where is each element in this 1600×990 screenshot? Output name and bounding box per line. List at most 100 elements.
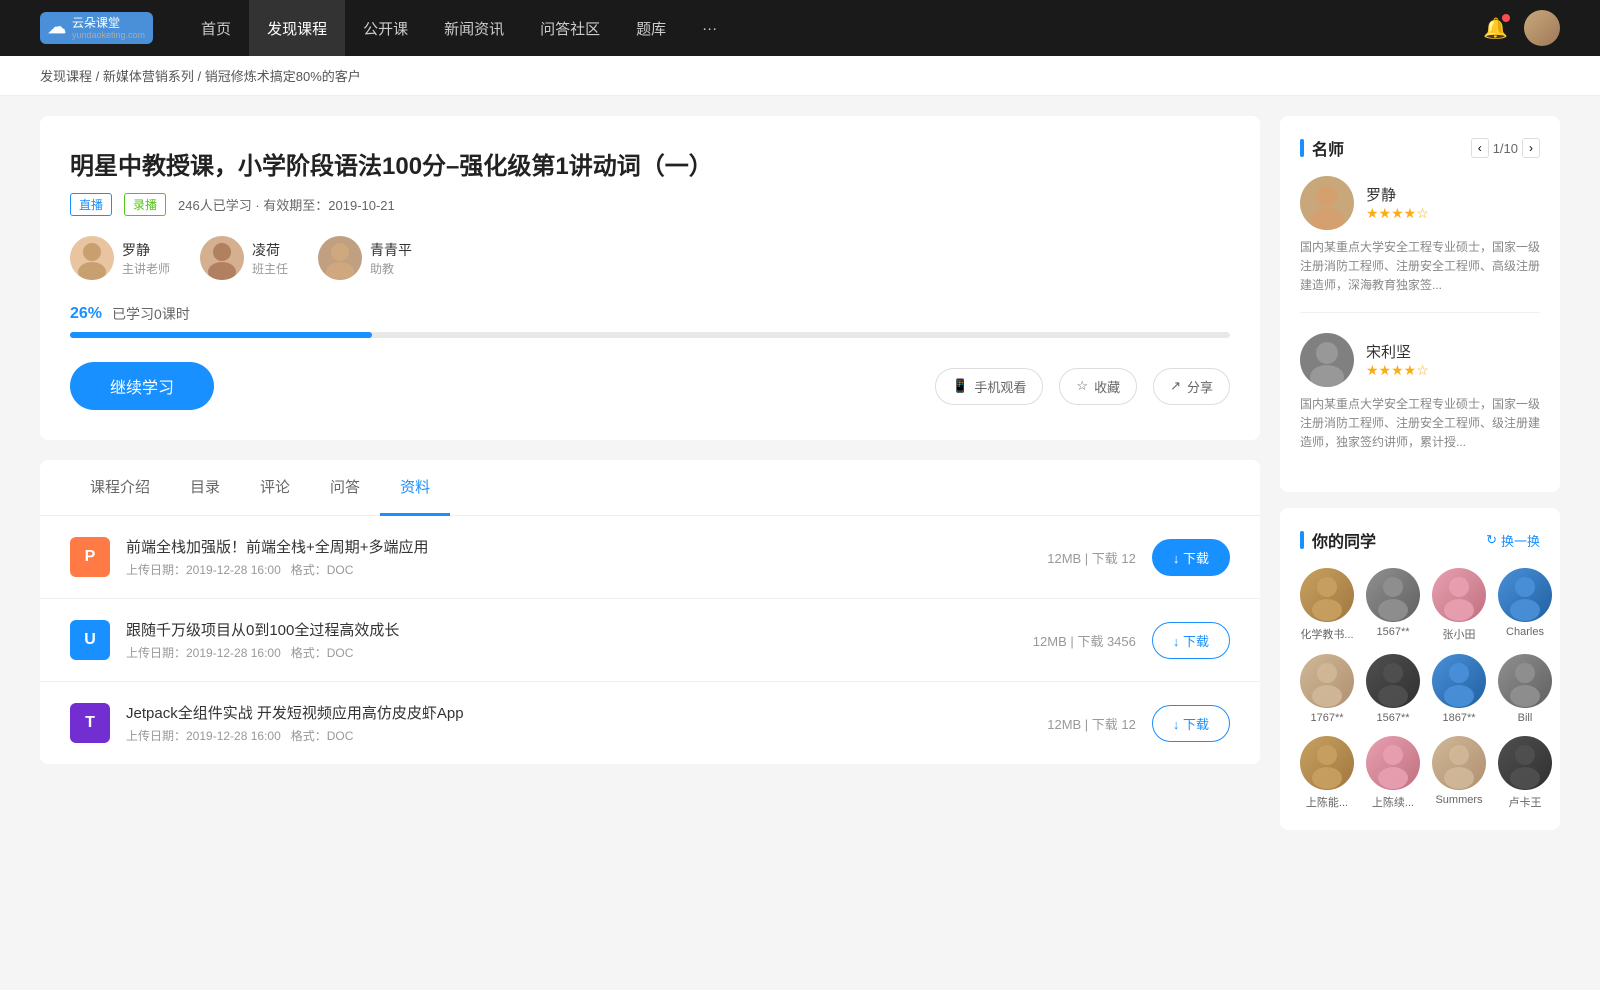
classmate-avatar	[1432, 568, 1486, 622]
badge-record: 录播	[124, 193, 166, 216]
resource-name: 前端全栈加强版！前端全栈+全周期+多端应用	[126, 536, 1031, 557]
teacher-sidebar-desc: 国内某重点大学安全工程专业硕士，国家一级注册消防工程师、注册安全工程师、高级注册…	[1300, 238, 1540, 296]
progress-bar-bg	[70, 332, 1230, 338]
teacher-item: 青青平 助教	[318, 236, 412, 280]
collect-button[interactable]: ☆ 收藏	[1059, 368, 1137, 405]
refresh-classmates-button[interactable]: ↻ 换一换	[1486, 531, 1540, 550]
mobile-watch-button[interactable]: 📱 手机观看	[935, 368, 1043, 405]
breadcrumb-item[interactable]: 发现课程	[40, 69, 92, 84]
classmates-title: 你的同学	[1300, 528, 1376, 552]
nav-item-首页[interactable]: 首页	[183, 0, 249, 56]
teacher-sidebar-avatar	[1300, 333, 1354, 387]
classmate-avatar	[1300, 654, 1354, 708]
mobile-icon: 📱	[952, 378, 968, 394]
resource-meta: 上传日期：2019-12-28 16:00 格式：DOC	[126, 561, 1031, 578]
classmate-avatar-icon	[1432, 654, 1486, 708]
breadcrumb-item[interactable]: 新媒体营销系列	[103, 69, 194, 84]
classmate-item[interactable]: Bill	[1498, 654, 1552, 724]
logo[interactable]: ☁ 云朵课堂 yundaoketing.com	[40, 12, 153, 44]
sidebar-teachers: 罗静 ★★★★☆ 国内某重点大学安全工程专业硕士，国家一级注册消防工程师、注册安…	[1300, 176, 1540, 452]
classmate-name: 张小田	[1443, 626, 1476, 642]
teacher-name: 凌荷	[252, 240, 288, 260]
classmate-item[interactable]: 1567**	[1366, 568, 1420, 642]
nav-item-发现课程[interactable]: 发现课程	[249, 0, 345, 56]
tab-评论[interactable]: 评论	[240, 460, 310, 516]
tab-目录[interactable]: 目录	[170, 460, 240, 516]
resource-info: Jetpack全组件实战 开发短视频应用高仿皮皮虾App 上传日期：2019-1…	[126, 702, 1031, 744]
classmate-name: Charles	[1506, 626, 1544, 638]
actions-row: 继续学习 📱 手机观看 ☆ 收藏 ↗ 分享	[70, 362, 1230, 410]
tab-课程介绍[interactable]: 课程介绍	[70, 460, 170, 516]
classmate-name: 1567**	[1376, 626, 1409, 638]
share-icon: ↗	[1170, 378, 1181, 394]
nav-items: 首页发现课程公开课新闻资讯问答社区题库···	[183, 0, 1483, 56]
resource-meta: 上传日期：2019-12-28 16:00 格式：DOC	[126, 644, 1017, 661]
user-avatar-nav[interactable]	[1524, 10, 1560, 46]
download-button[interactable]: ↓ 下载	[1152, 705, 1230, 742]
nav-item-···[interactable]: ···	[684, 0, 735, 56]
prev-teacher-button[interactable]: ‹	[1471, 138, 1489, 158]
classmate-item[interactable]: 化学教书...	[1300, 568, 1354, 642]
main-container: 明星中教授课，小学阶段语法100分–强化级第1讲动词（一） 直播 录播 246人…	[0, 96, 1600, 850]
classmate-item[interactable]: 张小田	[1432, 568, 1486, 642]
nav-item-题库[interactable]: 题库	[618, 0, 684, 56]
person-icon	[200, 236, 244, 280]
classmate-avatar-icon	[1300, 736, 1354, 790]
person-avatar-icon	[1300, 176, 1354, 230]
classmate-avatar-icon	[1498, 568, 1552, 622]
notification-bell[interactable]: 🔔	[1483, 16, 1508, 41]
logo-sub: yundaoketing.com	[72, 30, 145, 40]
classmate-item[interactable]: 1767**	[1300, 654, 1354, 724]
teacher-sidebar-info: 宋利坚 ★★★★☆	[1366, 341, 1429, 379]
notification-dot	[1502, 14, 1510, 22]
nav-item-问答社区[interactable]: 问答社区	[522, 0, 618, 56]
nav-item-公开课[interactable]: 公开课	[345, 0, 426, 56]
teacher-info: 凌荷 班主任	[252, 240, 288, 277]
classmate-avatar	[1366, 736, 1420, 790]
tab-资料[interactable]: 资料	[380, 460, 450, 516]
teacher-stars: ★★★★☆	[1366, 205, 1429, 222]
download-button[interactable]: ↓ 下载	[1152, 622, 1230, 659]
nav-right: 🔔	[1483, 10, 1560, 46]
tabs-content: P 前端全栈加强版！前端全栈+全周期+多端应用 上传日期：2019-12-28 …	[40, 516, 1260, 764]
refresh-icon: ↻	[1486, 532, 1497, 548]
left-content: 明星中教授课，小学阶段语法100分–强化级第1讲动词（一） 直播 录播 246人…	[40, 116, 1260, 830]
classmate-avatar-icon	[1366, 654, 1420, 708]
nav-item-新闻资讯[interactable]: 新闻资讯	[426, 0, 522, 56]
classmate-item[interactable]: 1567**	[1366, 654, 1420, 724]
classmate-avatar-icon	[1498, 654, 1552, 708]
classmate-name: 1767**	[1310, 712, 1343, 724]
person-icon	[318, 236, 362, 280]
breadcrumb-current: 销冠修炼术搞定80%的客户	[205, 69, 361, 84]
continue-learning-button[interactable]: 继续学习	[70, 362, 214, 410]
tab-问答[interactable]: 问答	[310, 460, 380, 516]
download-button[interactable]: ↓ 下载	[1152, 539, 1230, 576]
teacher-avatar	[200, 236, 244, 280]
progress-label: 26% 已学习0课时	[70, 304, 1230, 324]
badge-live: 直播	[70, 193, 112, 216]
resource-stats: 12MB | 下载 3456	[1033, 631, 1136, 650]
classmate-name: 1867**	[1442, 712, 1475, 724]
resource-name: Jetpack全组件实战 开发短视频应用高仿皮皮虾App	[126, 702, 1031, 723]
classmate-item[interactable]: Charles	[1498, 568, 1552, 642]
classmate-item[interactable]: Summers	[1432, 736, 1486, 810]
resource-icon: P	[70, 537, 110, 577]
resource-item: U 跟随千万级项目从0到100全过程高效成长 上传日期：2019-12-28 1…	[40, 599, 1260, 682]
share-button[interactable]: ↗ 分享	[1153, 368, 1230, 405]
progress-study-label: 已学习0课时	[112, 304, 190, 324]
teacher-role: 主讲老师	[122, 260, 170, 277]
teacher-stars: ★★★★☆	[1366, 362, 1429, 379]
progress-pct: 26%	[70, 305, 102, 323]
classmate-avatar	[1300, 736, 1354, 790]
classmate-item[interactable]: 上陈续...	[1366, 736, 1420, 810]
classmate-item[interactable]: 上陈能...	[1300, 736, 1354, 810]
classmate-name: 上陈续...	[1372, 794, 1414, 810]
pagination-nav: ‹ 1/10 ›	[1471, 138, 1540, 158]
teachers-row: 罗静 主讲老师 凌荷 班主任 青青平 助教	[70, 236, 1230, 280]
resource-stats: 12MB | 下载 12	[1047, 714, 1136, 733]
teacher-info: 罗静 主讲老师	[122, 240, 170, 277]
classmate-item[interactable]: 卢卡王	[1498, 736, 1552, 810]
next-teacher-button[interactable]: ›	[1522, 138, 1540, 158]
classmate-item[interactable]: 1867**	[1432, 654, 1486, 724]
course-title: 明星中教授课，小学阶段语法100分–强化级第1讲动词（一）	[70, 146, 1230, 181]
